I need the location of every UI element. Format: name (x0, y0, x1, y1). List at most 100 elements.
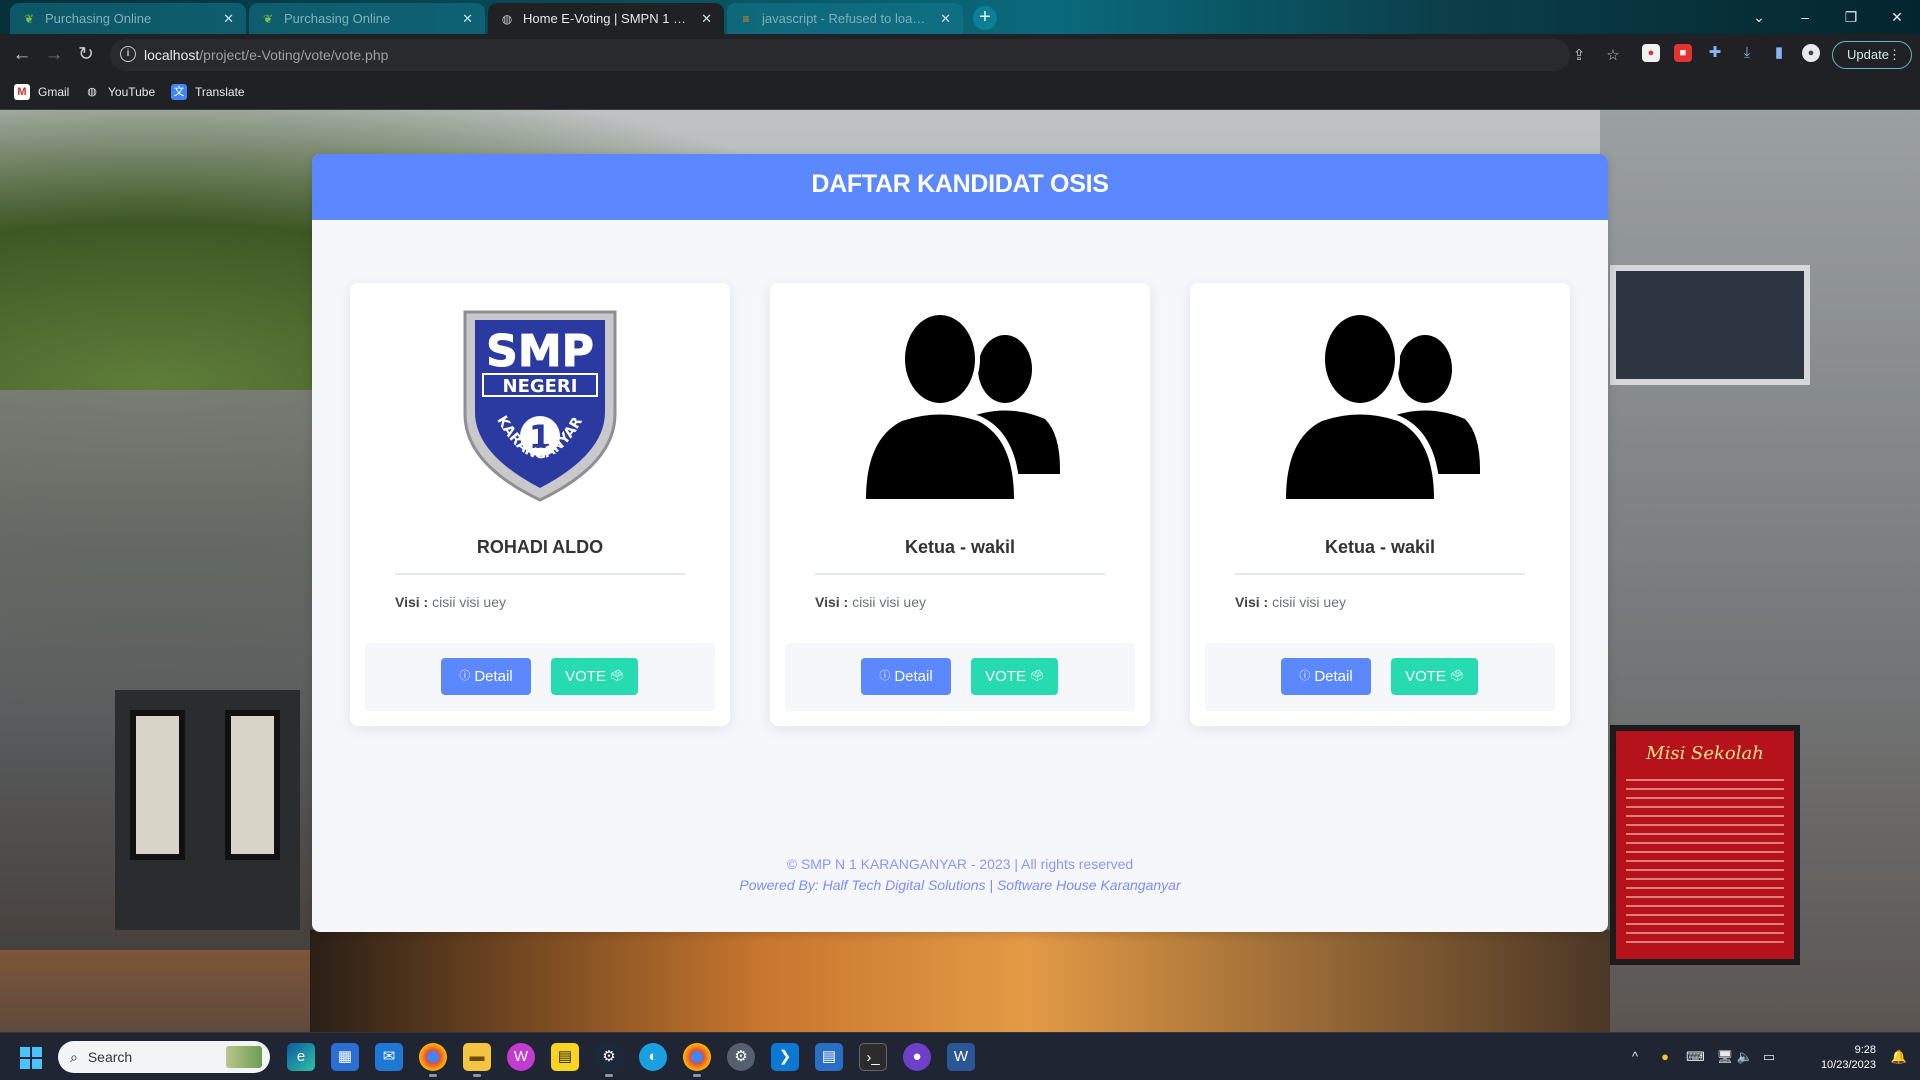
edge-icon[interactable]: e (287, 1043, 315, 1071)
url-host: localhost (144, 47, 200, 63)
settings-icon[interactable]: ⚙ (727, 1043, 755, 1071)
bookmark-translate[interactable]: 文 Translate (171, 84, 245, 100)
candidate-name: Ketua - wakil (904, 537, 1016, 557)
background-window (1610, 265, 1810, 385)
vote-button[interactable]: VOTE 🗳 (971, 658, 1058, 695)
globe-icon: ◍ (87, 86, 97, 98)
candidate-card: SMP NEGERI 1 KARANGANYAR ROHADI ALDO Vis… (350, 283, 730, 726)
sticky-notes-icon[interactable]: ▤ (551, 1043, 579, 1071)
minimize-icon[interactable]: – (1794, 6, 1816, 28)
bookmark-youtube[interactable]: ◍ YouTube (84, 84, 155, 100)
extension-icon[interactable]: ● (1642, 44, 1660, 62)
url-text[interactable]: localhost/project/e-Voting/vote/vote.php (144, 47, 388, 63)
sign-title: Misi Sekolah (1646, 743, 1764, 764)
detail-button[interactable]: ⓘ Detail (1281, 658, 1371, 695)
page-viewport[interactable]: Misi Sekolah DAFTAR KANDIDAT OSIS SMP NE… (0, 110, 1920, 1032)
chrome-dev-icon[interactable] (683, 1043, 711, 1077)
tab-title: Purchasing Online (284, 11, 391, 26)
info-icon: ⓘ (1299, 670, 1311, 682)
candidate-actions: ⓘ Detail VOTE 🗳 (365, 643, 715, 711)
tab-purchasing-online-2[interactable]: ❦ Purchasing Online ✕ (249, 3, 485, 34)
taskbar-search[interactable]: ⌕ Search (58, 1041, 270, 1073)
close-icon[interactable]: ✕ (940, 11, 951, 27)
close-icon[interactable]: ✕ (462, 11, 473, 27)
address-bar[interactable]: i localhost/project/e-Voting/vote/vote.p… (110, 39, 1620, 71)
profile-avatar[interactable]: ● (1802, 44, 1820, 62)
forward-icon[interactable]: → (42, 43, 66, 67)
clock[interactable]: 9:28 10/23/2023 (1821, 1043, 1876, 1073)
footer-powered-by[interactable]: Powered By: Half Tech Digital Solutions … (312, 877, 1608, 893)
tab-title: Purchasing Online (45, 11, 152, 26)
vote-label: VOTE (1405, 668, 1446, 685)
github-icon[interactable]: ● (903, 1043, 931, 1071)
keyboard-icon[interactable]: ⌨ (1686, 1048, 1705, 1066)
reload-icon[interactable]: ↻ (74, 43, 98, 67)
visi-text: cisii visi uey (852, 594, 926, 610)
word-icon[interactable]: W (947, 1043, 975, 1071)
page-title: DAFTAR KANDIDAT OSIS (811, 170, 1109, 198)
bookmark-star-icon[interactable]: ☆ (1604, 47, 1622, 65)
volume-icon[interactable]: 🔈 (1736, 1048, 1754, 1066)
back-icon[interactable]: ← (10, 43, 34, 67)
chevron-up-icon[interactable]: ^ (1626, 1048, 1644, 1066)
notepad-icon[interactable]: ▤ (815, 1043, 843, 1071)
battery-icon[interactable]: ▭ (1760, 1048, 1778, 1066)
visi-label: Visi : (815, 594, 849, 610)
share-icon[interactable]: ⇪ (1570, 47, 1588, 65)
download-icon[interactable]: ⤓ (1738, 44, 1756, 62)
windows-start-icon[interactable] (20, 1047, 42, 1069)
restore-icon[interactable]: ❐ (1840, 6, 1862, 28)
tab-title: javascript - Refused to load the (762, 11, 933, 26)
detail-button[interactable]: ⓘ Detail (861, 658, 951, 695)
users-icon (1280, 303, 1480, 505)
wps-icon[interactable]: W (507, 1043, 535, 1071)
tab-purchasing-online-1[interactable]: ❦ Purchasing Online ✕ (10, 3, 246, 34)
network-icon[interactable]: 🖥 (1716, 1048, 1734, 1066)
mail-icon[interactable]: ✉ (375, 1043, 403, 1071)
ballot-box-icon: 🗳 (609, 670, 624, 682)
vote-button[interactable]: VOTE 🗳 (551, 658, 638, 695)
edge-beta-icon[interactable]: ◐ (639, 1043, 667, 1071)
store-icon[interactable]: ▦ (331, 1043, 359, 1071)
site-info-icon[interactable]: i (120, 46, 136, 62)
badge-mid-text: NEGERI (503, 376, 578, 397)
close-icon[interactable]: ✕ (223, 11, 234, 27)
candidate-actions: ⓘ Detail VOTE 🗳 (785, 643, 1135, 711)
footer-copyright: © SMP N 1 KARANGANYAR - 2023 | All right… (786, 856, 1134, 872)
new-tab-button[interactable]: + (973, 6, 997, 30)
tab-home-e-voting[interactable]: ◍ Home E-Voting | SMPN 1 Karang ✕ (488, 3, 724, 34)
vote-button[interactable]: VOTE 🗳 (1391, 658, 1478, 695)
steam-icon[interactable]: ⚙ (595, 1043, 623, 1077)
terminal-icon[interactable]: ›_ (859, 1043, 887, 1071)
candidate-actions: ⓘ Detail VOTE 🗳 (1205, 643, 1555, 711)
background-ground (310, 930, 1610, 1032)
vscode-icon[interactable]: ❯ (771, 1043, 799, 1071)
bookmarks-bar: M Gmail ◍ YouTube 文 Translate (0, 76, 1920, 110)
detail-button[interactable]: ⓘ Detail (441, 658, 531, 695)
background-sign-board: Misi Sekolah (1610, 725, 1800, 965)
bookmark-label: Gmail (38, 85, 70, 99)
tray-app-icon[interactable]: ● (1656, 1048, 1674, 1066)
close-icon[interactable]: ✕ (701, 11, 712, 27)
ballot-box-icon: 🗳 (1449, 670, 1464, 682)
tab-javascript-refused[interactable]: ≡ javascript - Refused to load the ✕ (727, 3, 963, 34)
detail-label: Detail (894, 668, 933, 685)
update-label: Update (1847, 47, 1889, 62)
chrome-icon[interactable] (419, 1043, 447, 1077)
side-panel-icon[interactable]: ▮ (1770, 44, 1788, 62)
detail-label: Detail (1314, 668, 1353, 685)
globe-icon: ◍ (501, 11, 513, 26)
explorer-icon[interactable]: ▬ (463, 1043, 491, 1077)
candidate-card: Ketua - wakil Visi : cisii visi uey ⓘ Det… (1190, 283, 1570, 726)
tab-search-icon[interactable]: ⌄ (1748, 6, 1770, 28)
puzzle-icon[interactable]: ✚ (1706, 44, 1724, 62)
update-button[interactable]: Update ⋮ (1832, 41, 1912, 69)
clock-time: 9:28 (1854, 1044, 1876, 1056)
candidate-visi: Visi : cisii visi uey (395, 594, 506, 610)
extension-red-icon[interactable]: ■ (1674, 44, 1692, 62)
bookmark-gmail[interactable]: M Gmail (14, 84, 69, 100)
notification-bell-icon[interactable]: 🔔 (1890, 1048, 1908, 1066)
close-window-icon[interactable]: ✕ (1886, 6, 1908, 28)
visi-label: Visi : (1235, 594, 1269, 610)
info-icon: ⓘ (879, 670, 891, 682)
